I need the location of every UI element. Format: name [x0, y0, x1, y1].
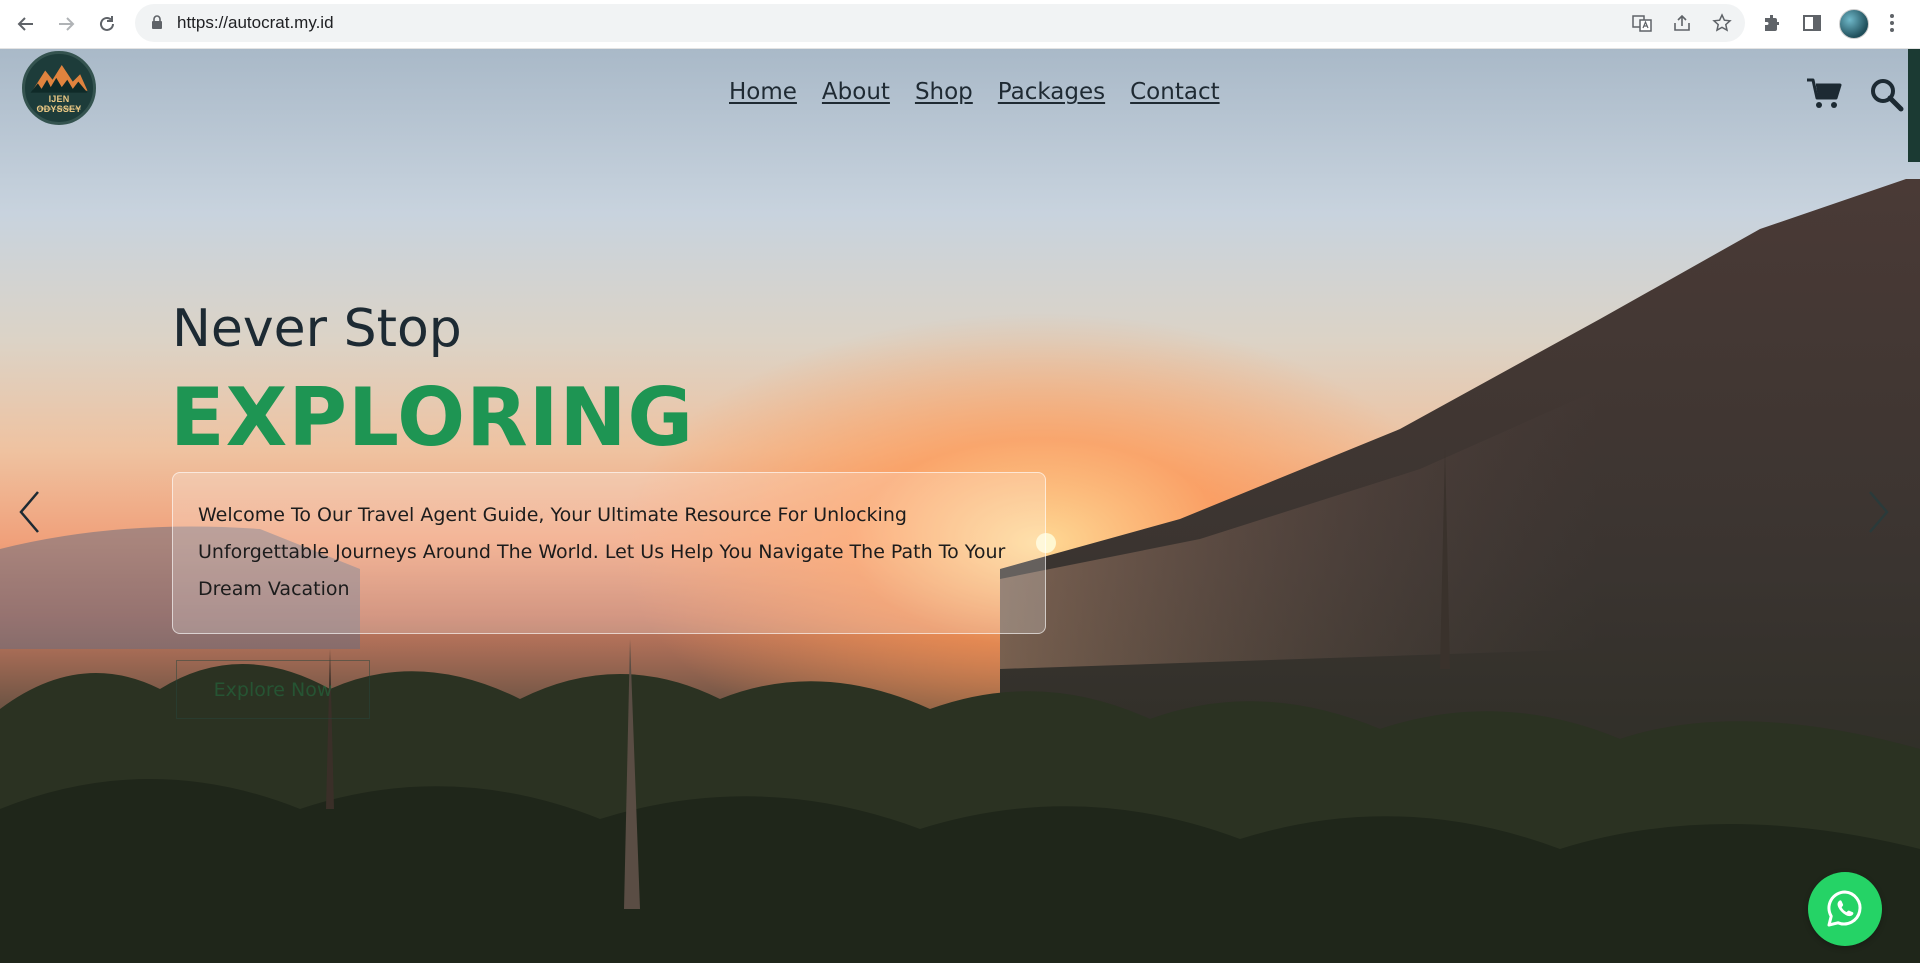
forward-icon[interactable] — [52, 10, 80, 38]
hero-subtitle: Never Stop — [172, 299, 462, 359]
address-bar[interactable]: https://autocrat.my.id — [135, 4, 1745, 42]
bookmark-star-icon[interactable] — [1712, 13, 1732, 33]
site-logo[interactable]: IJEN ODYSSEY TRAVEL & ADVENTURE — [22, 51, 96, 125]
menu-kebab-icon[interactable] — [1880, 11, 1904, 35]
share-icon[interactable] — [1672, 13, 1692, 33]
page-scrollbar[interactable] — [1908, 49, 1920, 162]
nav-packages[interactable]: Packages — [998, 79, 1105, 105]
back-icon[interactable] — [12, 10, 40, 38]
hero-description: Welcome To Our Travel Agent Guide, Your … — [198, 504, 1006, 600]
whatsapp-icon — [1827, 890, 1862, 927]
hero-title: EXPLORING — [170, 371, 695, 464]
carousel-next-icon[interactable] — [1864, 489, 1892, 535]
nav-home[interactable]: Home — [729, 79, 797, 105]
nav-shop[interactable]: Shop — [915, 79, 973, 105]
extensions-icon[interactable] — [1760, 11, 1784, 35]
explore-button[interactable]: Explore Now — [176, 660, 370, 719]
side-panel-icon[interactable] — [1800, 11, 1824, 35]
nav-about[interactable]: About — [822, 79, 890, 105]
hero-description-box: Welcome To Our Travel Agent Guide, Your … — [172, 472, 1046, 634]
reload-icon[interactable] — [93, 10, 121, 38]
translate-icon[interactable] — [1632, 13, 1652, 33]
nav-contact[interactable]: Contact — [1130, 79, 1219, 105]
lock-icon[interactable] — [151, 15, 163, 29]
page-viewport: IJEN ODYSSEY TRAVEL & ADVENTURE Home Abo… — [0, 49, 1920, 963]
main-nav: Home About Shop Packages Contact — [729, 79, 1220, 105]
whatsapp-button[interactable] — [1808, 872, 1882, 946]
carousel-prev-icon[interactable] — [16, 489, 44, 535]
url-text[interactable]: https://autocrat.my.id — [177, 13, 334, 33]
logo-title: IJEN ODYSSEY — [36, 94, 82, 114]
logo-subtitle: TRAVEL & ADVENTURE — [36, 106, 82, 111]
profile-avatar[interactable] — [1839, 9, 1869, 39]
browser-toolbar: https://autocrat.my.id — [0, 0, 1920, 49]
search-icon[interactable] — [1868, 76, 1904, 112]
cart-icon[interactable] — [1806, 76, 1842, 112]
